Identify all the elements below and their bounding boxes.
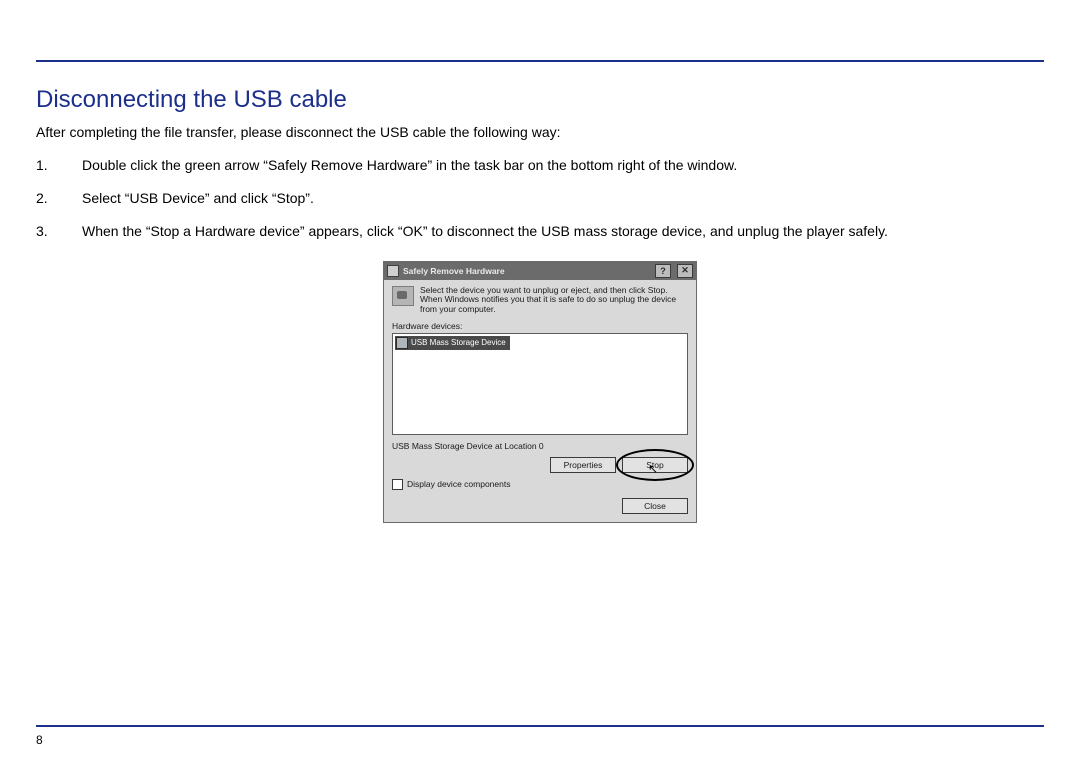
step-item: Double click the green arrow “Safely Rem… <box>36 156 1044 175</box>
devices-listbox[interactable]: USB Mass Storage Device <box>392 333 688 435</box>
stop-button[interactable]: Stop <box>622 457 688 473</box>
dialog-instruction: Select the device you want to unplug or … <box>420 286 688 315</box>
step-item: Select “USB Device” and click “Stop”. <box>36 189 1044 208</box>
devices-label: Hardware devices: <box>392 321 688 331</box>
device-item-label: USB Mass Storage Device <box>411 338 506 347</box>
top-divider <box>36 60 1044 62</box>
safely-remove-dialog: Safely Remove Hardware ? ✕ Select the de… <box>383 261 697 523</box>
section-title: Disconnecting the USB cable <box>36 86 1044 114</box>
pc-card-icon <box>392 286 414 306</box>
page-number: 8 <box>36 733 43 747</box>
checkbox-label: Display device components <box>407 479 510 489</box>
dialog-title: Safely Remove Hardware <box>403 266 505 276</box>
hardware-icon <box>387 265 399 277</box>
close-icon[interactable]: ✕ <box>677 264 693 278</box>
step-item: When the “Stop a Hardware device” appear… <box>36 222 1044 241</box>
intro-text: After completing the file transfer, plea… <box>36 124 1044 140</box>
dialog-titlebar: Safely Remove Hardware ? ✕ <box>384 262 696 280</box>
usb-device-icon <box>396 337 408 349</box>
properties-button[interactable]: Properties <box>550 457 616 473</box>
device-list-item[interactable]: USB Mass Storage Device <box>395 336 510 350</box>
help-button[interactable]: ? <box>655 264 671 278</box>
display-components-checkbox[interactable] <box>392 479 403 490</box>
selected-device-text: USB Mass Storage Device at Location 0 <box>392 441 688 451</box>
steps-list: Double click the green arrow “Safely Rem… <box>36 156 1044 241</box>
close-button[interactable]: Close <box>622 498 688 514</box>
bottom-divider <box>36 725 1044 727</box>
